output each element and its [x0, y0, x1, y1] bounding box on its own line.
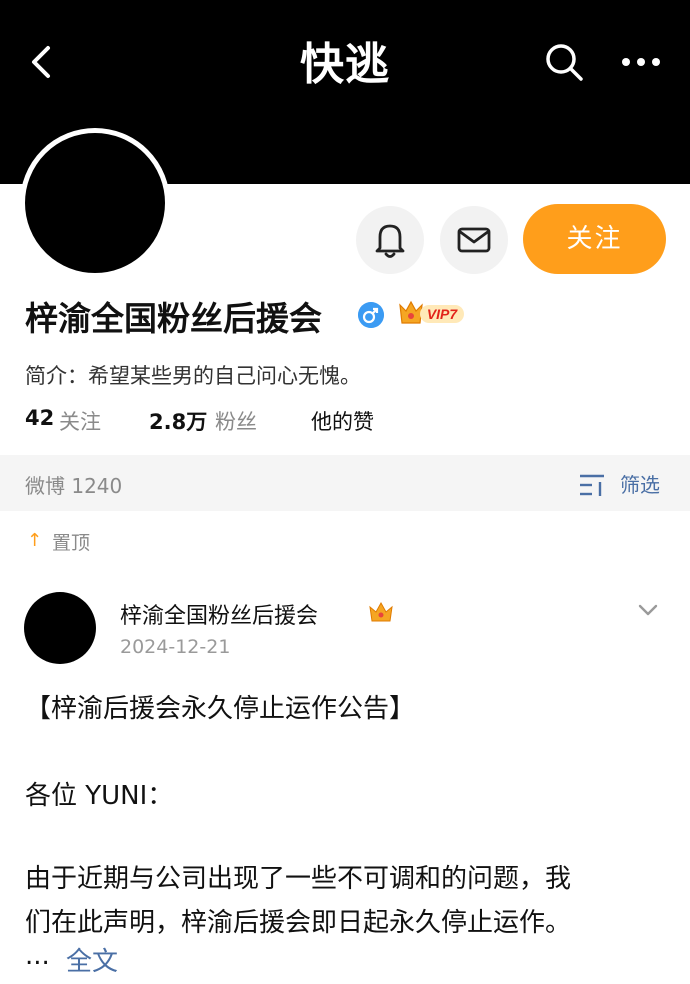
message-button[interactable]: [440, 206, 508, 274]
profile-bio: 简介：希望某些男的自己问心无愧。: [25, 364, 361, 388]
post-title: 【梓渝后援会永久停止运作公告】: [25, 694, 416, 724]
full-text-link[interactable]: 全文: [66, 941, 118, 978]
chevron-down-icon[interactable]: [636, 600, 660, 620]
filter-icon[interactable]: [578, 472, 608, 498]
profile-name: 梓渝全国粉丝后援会: [25, 299, 322, 338]
follow-button[interactable]: 关注: [523, 204, 666, 274]
following-count[interactable]: 42: [25, 406, 54, 430]
likes-label[interactable]: 他的赞: [311, 406, 374, 436]
page-title: 快逃: [300, 39, 390, 90]
more-icon[interactable]: [616, 44, 666, 80]
bell-icon: [375, 224, 405, 258]
pin-arrow-icon: ↑: [27, 530, 43, 551]
weibo-count: 微博 1240: [25, 474, 123, 498]
weibo-tab-bar: 微博 1240 筛选: [0, 455, 690, 511]
following-label[interactable]: 关注: [59, 406, 101, 436]
crown-icon: [369, 601, 393, 622]
post-body-line: 们在此声明，梓渝后援会即日起永久停止运作。: [25, 908, 572, 938]
post-date: 2024-12-21: [120, 636, 231, 658]
followers-count[interactable]: 2.8万: [149, 406, 207, 436]
pinned-label: 置顶: [52, 532, 91, 554]
notify-button[interactable]: [356, 206, 424, 274]
male-icon: [358, 302, 384, 328]
vip-badge[interactable]: VIP7: [394, 297, 470, 329]
followers-label[interactable]: 粉丝: [215, 406, 257, 436]
post-author[interactable]: 梓渝全国粉丝后援会: [120, 598, 318, 630]
post-avatar[interactable]: [24, 592, 96, 664]
filter-button[interactable]: 筛选: [620, 469, 660, 498]
post-greeting: 各位 YUNI：: [25, 781, 174, 811]
post-ellipsis: ...: [25, 941, 50, 971]
search-icon[interactable]: [542, 40, 586, 84]
post-body-line: 由于近期与公司出现了一些不可调和的问题，我: [25, 864, 572, 894]
vip-label: VIP7: [427, 306, 459, 322]
avatar[interactable]: [20, 128, 170, 278]
mail-icon: [457, 227, 491, 253]
